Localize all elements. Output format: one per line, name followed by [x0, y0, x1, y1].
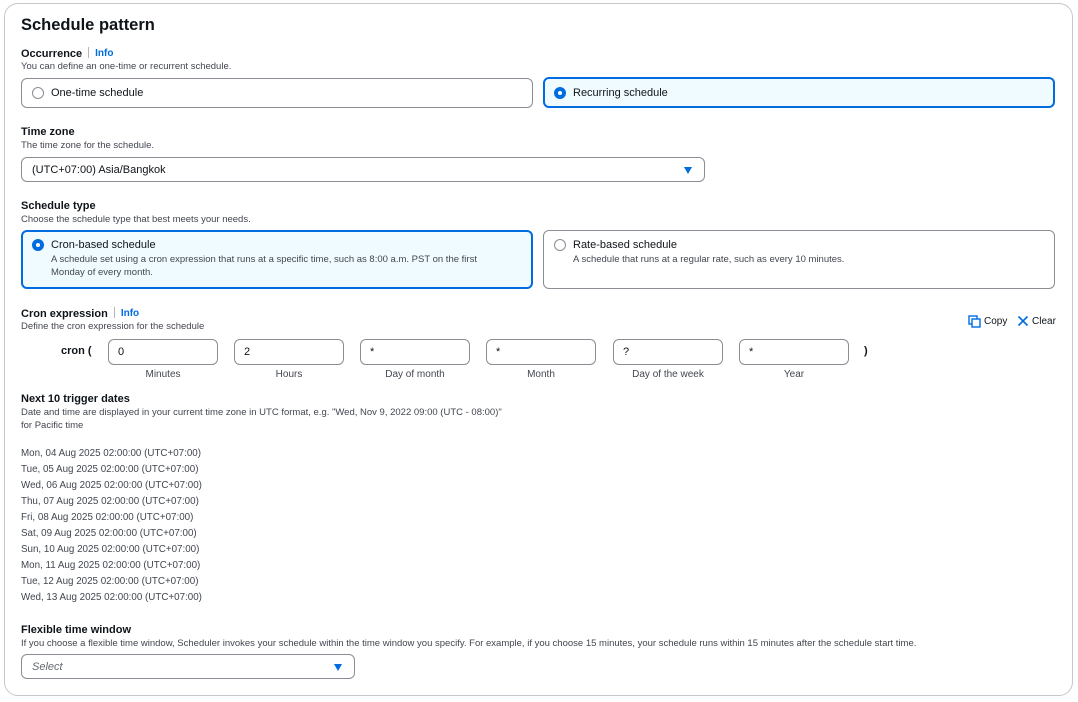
one-time-radio[interactable]: [32, 87, 44, 99]
cron-year-input[interactable]: *: [739, 339, 849, 365]
caret-down-icon: [334, 664, 342, 671]
cron-based-radio[interactable]: [32, 239, 44, 251]
occurrence-info-link[interactable]: Info: [95, 48, 113, 59]
rate-based-description: A schedule that runs at a regular rate, …: [573, 254, 845, 265]
cron-based-description-line2: Monday of every month.: [51, 267, 153, 278]
list-item: Tue, 12 Aug 2025 02:00:00 (UTC+07:00): [21, 576, 199, 587]
divider: [113, 307, 115, 318]
close-icon: [1017, 315, 1029, 327]
flex-window-select[interactable]: Select: [21, 654, 355, 679]
cron-based-schedule-option[interactable]: Cron-based schedule A schedule set using…: [21, 230, 533, 289]
copy-icon: [968, 315, 981, 328]
caret-down-icon: [684, 167, 692, 174]
occurrence-label: Occurrence: [21, 47, 83, 60]
trigger-dates-description-line1: Date and time are displayed in your curr…: [21, 407, 502, 418]
trigger-dates-label: Next 10 trigger dates: [21, 393, 130, 405]
list-item: Sun, 10 Aug 2025 02:00:00 (UTC+07:00): [21, 544, 200, 555]
timezone-value: (UTC+07:00) Asia/Bangkok: [32, 164, 166, 176]
page-title: Schedule pattern: [21, 16, 155, 34]
trigger-dates-list: Mon, 04 Aug 2025 02:00:00 (UTC+07:00) Tu…: [21, 446, 202, 606]
timezone-select[interactable]: (UTC+07:00) Asia/Bangkok: [21, 157, 705, 182]
rate-based-radio[interactable]: [554, 239, 566, 251]
cron-header: Cron expression Info: [21, 307, 139, 320]
cron-prefix: cron (: [61, 345, 92, 357]
cron-day-of-month-input[interactable]: *: [360, 339, 470, 365]
cron-hours-caption: Hours: [275, 369, 303, 380]
timezone-description: The time zone for the schedule.: [21, 140, 155, 151]
copy-button[interactable]: Copy: [968, 315, 1007, 328]
list-item: Tue, 05 Aug 2025 02:00:00 (UTC+07:00): [21, 464, 199, 475]
one-time-schedule-option[interactable]: One-time schedule: [21, 78, 533, 108]
flex-window-label: Flexible time window: [21, 624, 132, 636]
divider: [88, 47, 90, 58]
list-item: Wed, 06 Aug 2025 02:00:00 (UTC+07:00): [21, 480, 202, 491]
cron-based-description-line1: A schedule set using a cron expression t…: [51, 254, 477, 265]
cron-hours-input[interactable]: 2: [234, 339, 344, 365]
one-time-label: One-time schedule: [51, 87, 144, 99]
list-item: Fri, 08 Aug 2025 02:00:00 (UTC+07:00): [21, 512, 194, 523]
list-item: Sat, 09 Aug 2025 02:00:00 (UTC+07:00): [21, 528, 197, 539]
cron-minutes-input[interactable]: 0: [108, 339, 218, 365]
list-item: Mon, 11 Aug 2025 02:00:00 (UTC+07:00): [21, 560, 201, 571]
cron-label: Cron expression: [21, 307, 108, 320]
timezone-label: Time zone: [21, 126, 75, 138]
cron-day-of-week-caption: Day of the week: [632, 369, 704, 380]
occurrence-header: Occurrence Info: [21, 47, 113, 60]
cron-based-label: Cron-based schedule: [51, 239, 156, 251]
copy-label: Copy: [984, 316, 1008, 327]
cron-day-of-week-input[interactable]: ?: [613, 339, 723, 365]
cron-suffix: ): [864, 345, 868, 357]
cron-info-link[interactable]: Info: [121, 308, 139, 319]
cron-description: Define the cron expression for the sched…: [21, 321, 205, 332]
rate-based-label: Rate-based schedule: [573, 239, 677, 251]
clear-label: Clear: [1032, 315, 1056, 327]
flex-window-description: If you choose a flexible time window, Sc…: [21, 638, 917, 649]
cron-month-input[interactable]: *: [486, 339, 596, 365]
list-item: Mon, 04 Aug 2025 02:00:00 (UTC+07:00): [21, 448, 202, 459]
cron-minutes-caption: Minutes: [145, 369, 181, 380]
flex-window-placeholder: Select: [32, 661, 63, 673]
clear-button[interactable]: Clear: [1017, 315, 1056, 327]
cron-month-caption: Month: [527, 369, 555, 380]
trigger-dates-description-line2: for Pacific time: [21, 420, 84, 431]
rate-based-schedule-option[interactable]: Rate-based schedule A schedule that runs…: [543, 230, 1055, 289]
list-item: Wed, 13 Aug 2025 02:00:00 (UTC+07:00): [21, 592, 202, 603]
cron-year-caption: Year: [783, 369, 805, 380]
schedule-type-label: Schedule type: [21, 200, 96, 212]
recurring-label: Recurring schedule: [573, 87, 668, 99]
recurring-schedule-option[interactable]: Recurring schedule: [543, 77, 1055, 108]
occurrence-description: You can define an one-time or recurrent …: [21, 61, 232, 72]
schedule-type-description: Choose the schedule type that best meets…: [21, 214, 251, 225]
list-item: Thu, 07 Aug 2025 02:00:00 (UTC+07:00): [21, 496, 199, 507]
recurring-radio[interactable]: [554, 87, 566, 99]
cron-day-of-month-caption: Day of month: [385, 369, 445, 380]
